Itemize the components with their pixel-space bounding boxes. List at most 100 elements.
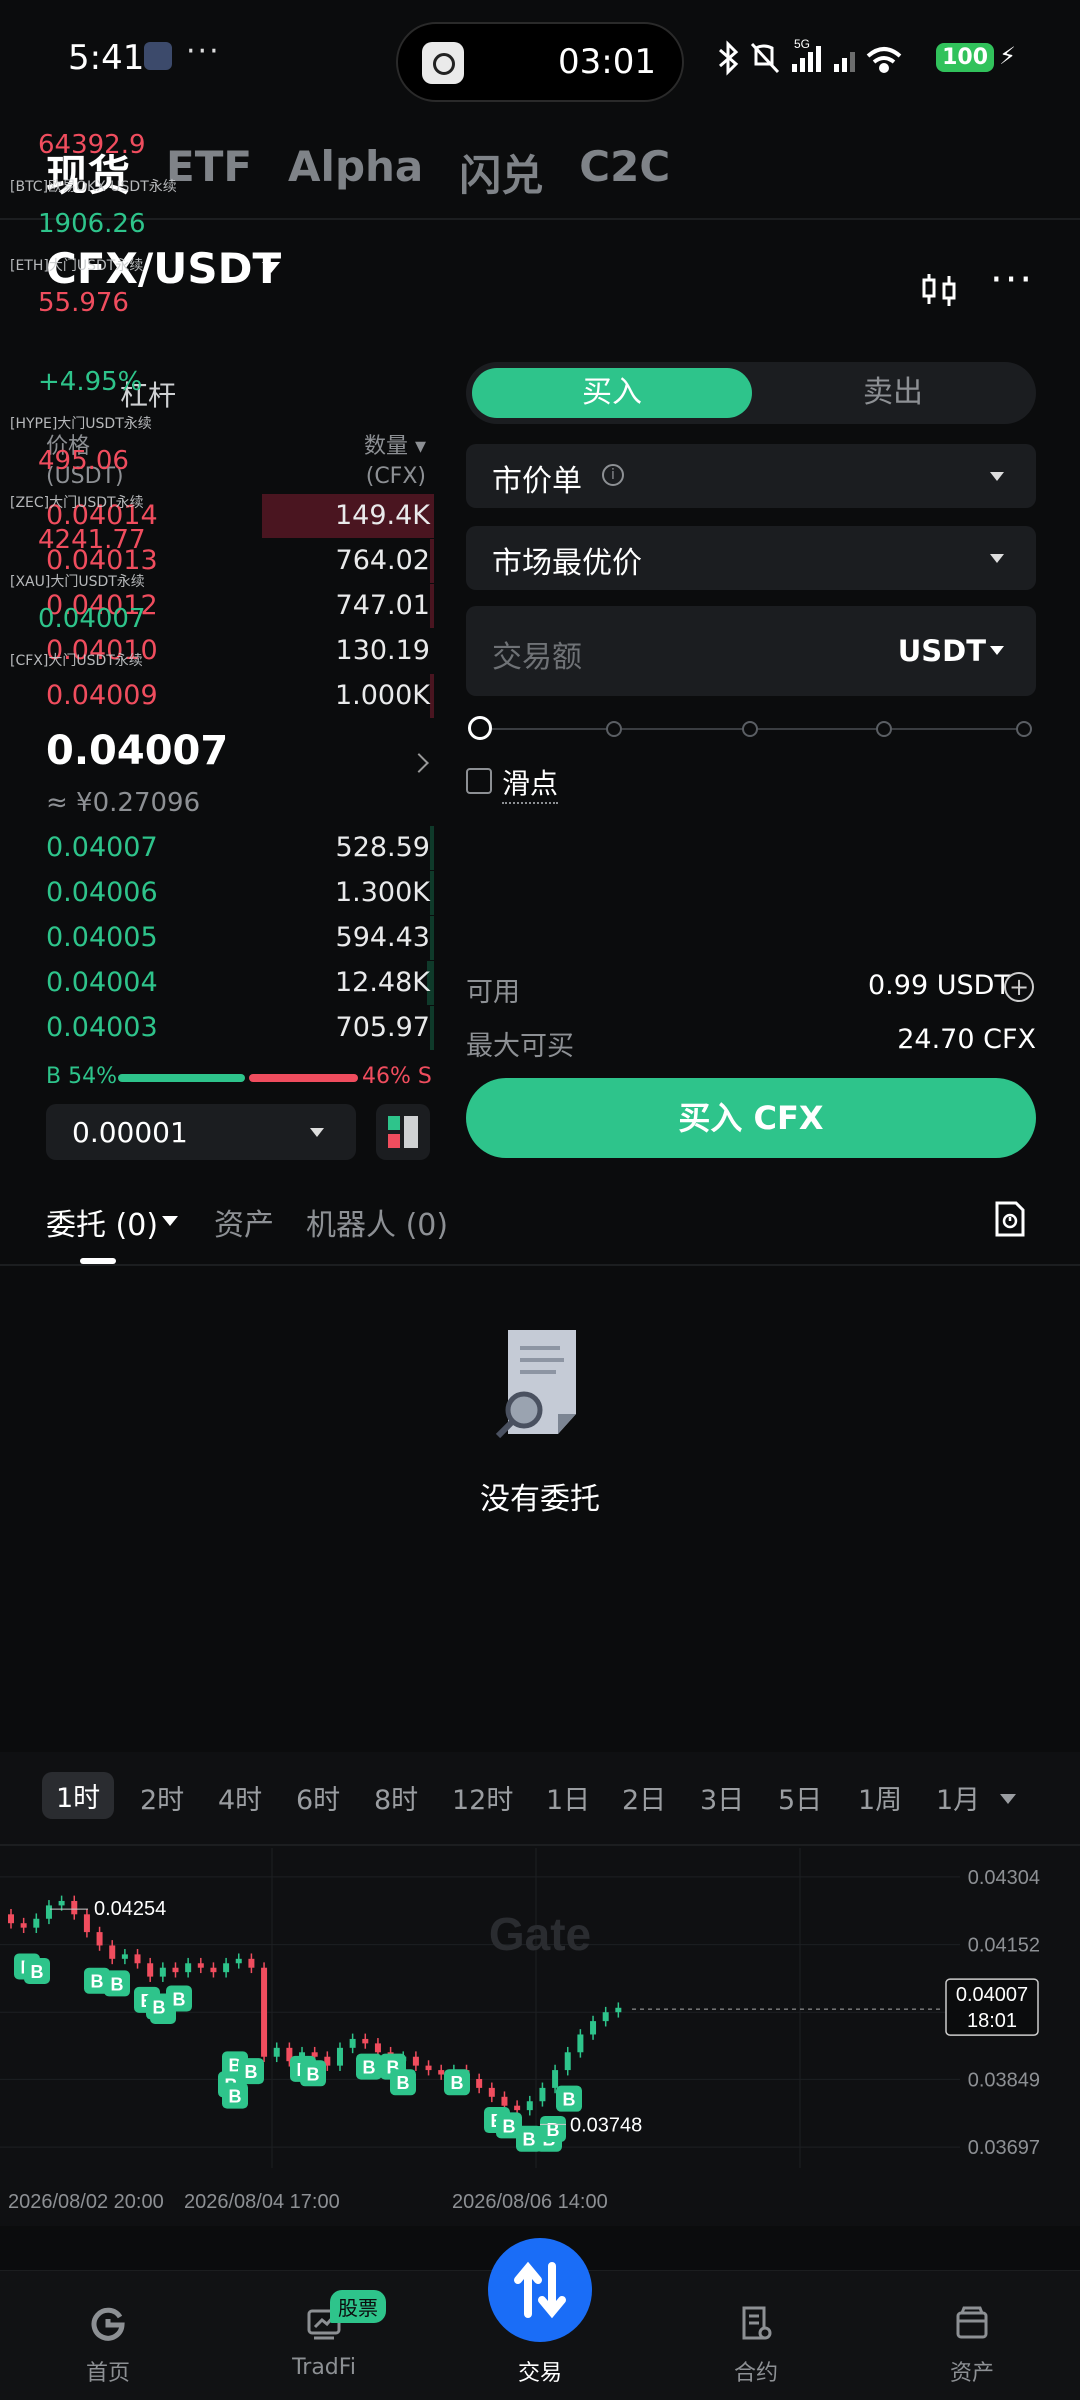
slippage-label[interactable]: 滑点 bbox=[502, 762, 559, 804]
timeframe-11[interactable]: 1月 bbox=[936, 1778, 980, 1817]
chevron-right-icon[interactable] bbox=[409, 753, 429, 773]
orderbook-layout-button[interactable] bbox=[376, 1104, 430, 1160]
buy-marker-label: B bbox=[229, 2087, 242, 2107]
candle-body bbox=[273, 2047, 280, 2057]
info-icon[interactable]: i bbox=[602, 464, 624, 486]
depth-bar bbox=[430, 916, 434, 960]
row-price: 0.04009 bbox=[46, 680, 158, 711]
amount-unit-select[interactable]: USDT bbox=[898, 634, 986, 668]
tab-etf[interactable]: ETF bbox=[166, 142, 252, 203]
sell-ratio-bar bbox=[249, 1074, 358, 1082]
timeframe-6[interactable]: 1日 bbox=[546, 1778, 590, 1817]
candle-body bbox=[336, 2047, 343, 2066]
more-options-icon[interactable]: ··· bbox=[990, 260, 1034, 300]
candle-body bbox=[590, 2021, 597, 2035]
buy-marker-label: B bbox=[563, 2090, 576, 2110]
mute-icon bbox=[750, 42, 780, 74]
candle-body bbox=[121, 1954, 128, 1959]
buy-marker-label: B bbox=[111, 1974, 124, 1994]
buy-tab[interactable]: 买入 bbox=[472, 368, 752, 418]
timeframe-0[interactable]: 1时 bbox=[42, 1772, 115, 1819]
x-tick-label: 2026/08/02 20:00 bbox=[8, 2191, 164, 2213]
amount-placeholder: 交易额 bbox=[492, 640, 582, 675]
candle-body bbox=[159, 1967, 166, 1977]
ticker-price: +4.95% bbox=[38, 367, 143, 397]
watermark: Gate bbox=[489, 1908, 591, 1960]
candle-body bbox=[223, 1963, 230, 1973]
tab-assets[interactable]: 资产 bbox=[214, 1200, 274, 1244]
ticker-price: 495.06 bbox=[38, 446, 129, 476]
slider-step-50[interactable] bbox=[742, 721, 758, 737]
buy-button[interactable]: 买入 CFX bbox=[466, 1078, 1036, 1158]
candle-body bbox=[83, 1914, 90, 1933]
tab-alpha[interactable]: Alpha bbox=[288, 142, 423, 203]
timeframe-8[interactable]: 3日 bbox=[700, 1778, 744, 1817]
slider-step-75[interactable] bbox=[876, 721, 892, 737]
swap-arrows-icon bbox=[514, 2261, 566, 2319]
ask-row[interactable]: 0.04009 1.000K bbox=[46, 674, 434, 718]
chevron-down-icon[interactable] bbox=[162, 1216, 178, 1226]
precision-select[interactable]: 0.00001 bbox=[46, 1104, 356, 1160]
nav-tradfi[interactable]: TradFi bbox=[216, 2271, 432, 2400]
timeframe-5[interactable]: 12时 bbox=[452, 1778, 513, 1817]
candlestick-chart[interactable]: GateBBBBBBBBBBBBBBBBBBBBBBBB0.042540.037… bbox=[0, 1848, 1080, 2226]
candle-body bbox=[8, 1914, 14, 1924]
bid-row[interactable]: 0.04003 705.97 bbox=[46, 1006, 434, 1050]
timeframe-4[interactable]: 8时 bbox=[374, 1778, 418, 1817]
buy-marker-label: B bbox=[523, 2130, 536, 2150]
timeframe-3[interactable]: 6时 bbox=[296, 1778, 340, 1817]
bid-row[interactable]: 0.04006 1.300K bbox=[46, 871, 434, 915]
y-tick-label: 0.04152 bbox=[968, 1935, 1040, 1957]
slippage-checkbox[interactable] bbox=[466, 768, 492, 794]
row-price: 0.04006 bbox=[46, 877, 158, 908]
candle-body bbox=[235, 1958, 242, 1964]
candle-body bbox=[33, 1918, 40, 1928]
nav-tradfi-label: TradFi bbox=[292, 2355, 356, 2380]
candle-body bbox=[147, 1963, 154, 1977]
bid-row[interactable]: 0.04005 594.43 bbox=[46, 916, 434, 960]
order-type-select[interactable]: 市价单 i bbox=[466, 444, 1036, 508]
trade-fab[interactable] bbox=[488, 2238, 592, 2342]
timeframe-1[interactable]: 2时 bbox=[140, 1778, 184, 1817]
timeframe-10[interactable]: 1周 bbox=[858, 1778, 902, 1817]
nav-home[interactable]: 首页 bbox=[0, 2271, 216, 2400]
candlestick-chart-icon[interactable] bbox=[920, 270, 960, 310]
timeframe-2[interactable]: 4时 bbox=[218, 1778, 262, 1817]
chevron-down-icon[interactable] bbox=[1000, 1794, 1016, 1804]
nav-futures-label: 合约 bbox=[733, 2361, 778, 2386]
pair-dropdown-icon[interactable] bbox=[262, 262, 280, 273]
tab-convert[interactable]: 闪兑 bbox=[459, 142, 543, 203]
bid-row[interactable]: 0.04007 528.59 bbox=[46, 826, 434, 870]
nav-futures[interactable]: 合约 bbox=[648, 2271, 864, 2400]
bid-row[interactable]: 0.04004 12.48K bbox=[46, 961, 434, 1005]
price-type-select[interactable]: 市场最优价 bbox=[466, 526, 1036, 590]
dynamic-island[interactable]: 03:01 bbox=[396, 22, 684, 102]
tab-c2c[interactable]: C2C bbox=[579, 142, 670, 203]
add-funds-icon[interactable]: + bbox=[1004, 972, 1034, 1002]
candle-body bbox=[552, 2070, 559, 2088]
buy-marker-label: B bbox=[31, 1962, 44, 1982]
tab-open-orders[interactable]: 委托 (0) bbox=[46, 1200, 158, 1244]
sell-tab[interactable]: 卖出 bbox=[756, 368, 1030, 418]
timeframe-7[interactable]: 2日 bbox=[622, 1778, 666, 1817]
candle-body bbox=[197, 1963, 204, 1968]
amount-input[interactable]: 交易额 USDT bbox=[466, 606, 1036, 696]
amount-slider-handle[interactable] bbox=[468, 716, 492, 740]
orderbook-qty-header[interactable]: 数量 ▾ (CFX) bbox=[346, 432, 426, 492]
order-history-icon[interactable] bbox=[994, 1200, 1026, 1238]
chevron-down-icon bbox=[990, 646, 1004, 655]
row-price: 0.04003 bbox=[46, 1012, 158, 1043]
nav-assets[interactable]: 资产 bbox=[864, 2271, 1080, 2400]
timer-icon bbox=[422, 42, 464, 84]
status-time: 5:41 bbox=[68, 38, 145, 78]
candle-body bbox=[476, 2078, 483, 2088]
tab-bots[interactable]: 机器人 (0) bbox=[306, 1200, 448, 1244]
timeframe-9[interactable]: 5日 bbox=[778, 1778, 822, 1817]
x-tick-label: 2026/08/04 17:00 bbox=[184, 2191, 340, 2213]
candle-body bbox=[185, 1963, 192, 1973]
slider-step-25[interactable] bbox=[606, 721, 622, 737]
slider-step-100[interactable] bbox=[1016, 721, 1032, 737]
ticker-price: 1906.26 bbox=[38, 209, 146, 239]
candle-body bbox=[45, 1905, 52, 1919]
mini-chart-panel: 1时 2时 4时 6时 8时 12时 1日 2日 3日 5日 1周 1月 Gate B B B B B B B B B B… bbox=[0, 1752, 1080, 2226]
